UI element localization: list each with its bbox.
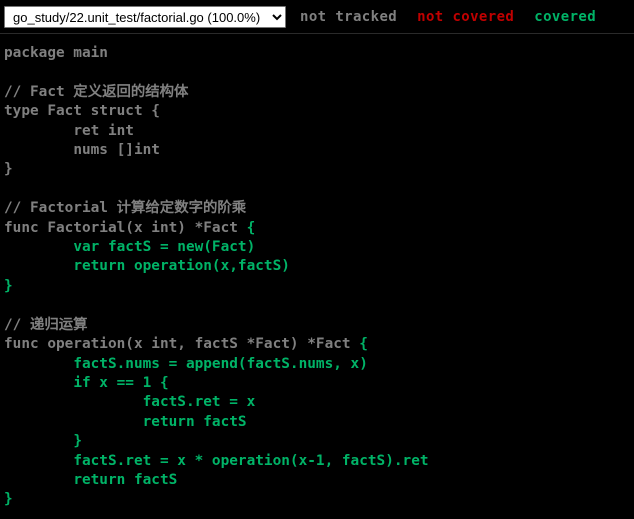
code-segment: // 递归运算 func operation(x int, factS *Fac… (4, 316, 351, 353)
coverage-legend: not tracked not covered covered (300, 9, 596, 25)
source-code-view: package main // Fact 定义返回的结构体 type Fact … (0, 35, 634, 510)
code-segment: package main // Fact 定义返回的结构体 type Fact … (4, 45, 247, 236)
legend-covered: covered (534, 8, 597, 25)
legend-not-covered: not covered (417, 8, 515, 25)
coverage-toolbar: go_study/22.unit_test/factorial.go (100.… (0, 0, 634, 34)
legend-not-tracked: not tracked (300, 8, 398, 25)
code-scroll-area[interactable]: package main // Fact 定义返回的结构体 type Fact … (0, 35, 634, 519)
file-select[interactable]: go_study/22.unit_test/factorial.go (100.… (4, 5, 286, 28)
